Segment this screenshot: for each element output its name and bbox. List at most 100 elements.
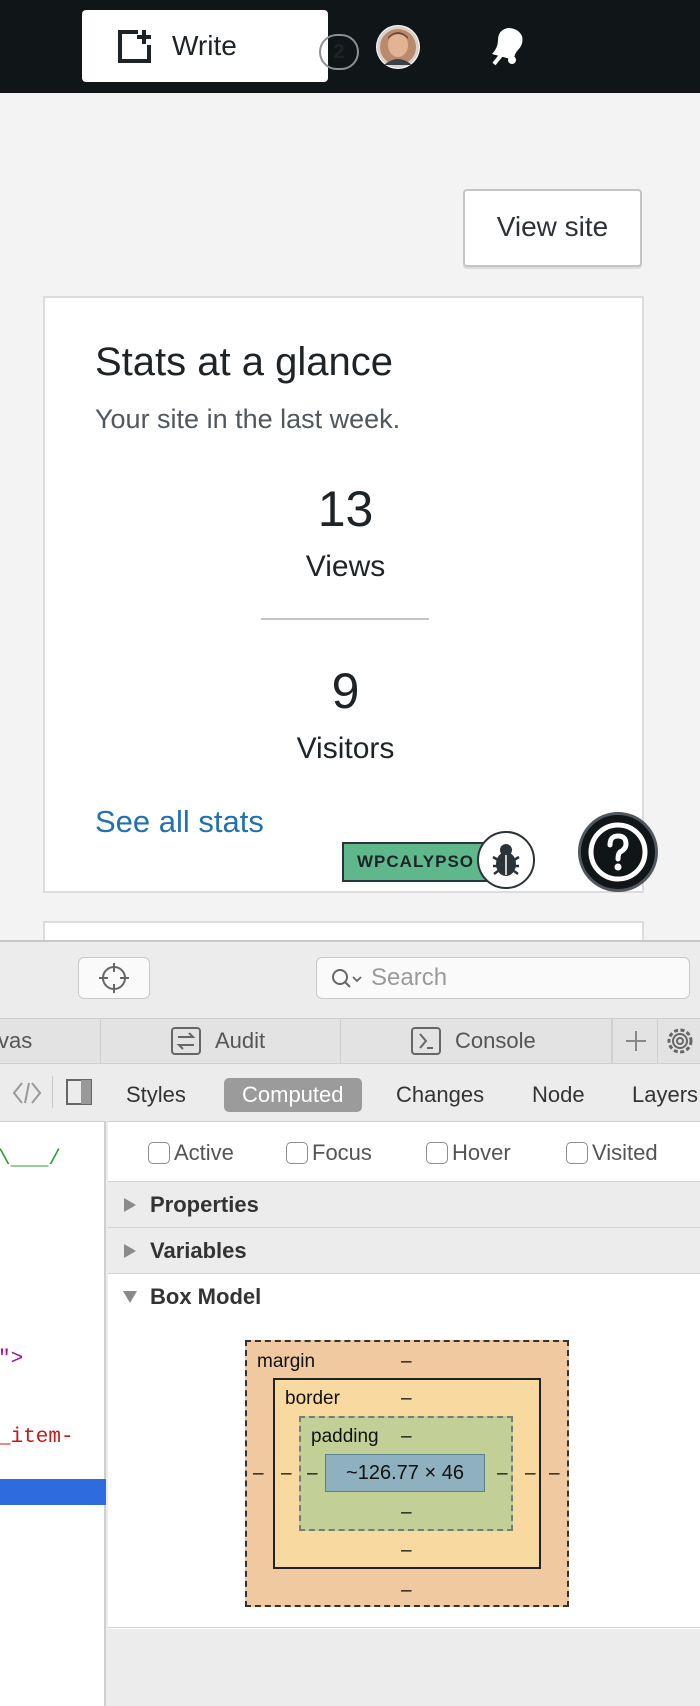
margin-right-value: – — [549, 1463, 560, 1484]
masterbar: Write 2 — [0, 0, 700, 93]
inspector-tab-bar: vas Audit Console — [0, 1018, 700, 1064]
disclosure-down-icon — [123, 1291, 137, 1303]
box-model-border: border – – – – padding – – – – ~126.77 ×… — [273, 1378, 541, 1569]
tab-label: Audit — [215, 1028, 266, 1053]
toolbar-divider — [52, 1076, 53, 1108]
tab-layers[interactable]: Layers — [614, 1078, 700, 1112]
padding-top-value: – — [401, 1426, 412, 1447]
pseudo-active-checkbox[interactable]: Active — [148, 1140, 234, 1166]
search-input[interactable] — [371, 962, 671, 994]
views-value: 13 — [317, 481, 374, 537]
section-title: Properties — [150, 1192, 259, 1217]
notifications-bell-icon[interactable] — [484, 24, 528, 68]
disclosure-right-icon — [124, 1198, 136, 1212]
stats-divider — [261, 618, 429, 620]
visitors-label: Visitors — [296, 732, 395, 765]
write-label: Write — [172, 30, 237, 61]
tab-computed[interactable]: Computed — [224, 1078, 362, 1112]
checkbox[interactable] — [566, 1142, 588, 1164]
add-tab-button[interactable] — [612, 1019, 658, 1063]
help-question-icon — [588, 822, 648, 882]
view-site-button[interactable]: View site — [463, 189, 642, 267]
checkbox-label: Visited — [592, 1140, 658, 1165]
tab-label: vas — [0, 1028, 33, 1053]
environment-badge: WPCALYPSO — [342, 842, 488, 882]
search-field[interactable] — [316, 957, 690, 999]
padding-right-value: – — [497, 1463, 508, 1484]
sidebar-toggle-icon[interactable] — [66, 1079, 92, 1105]
write-button[interactable]: Write 2 — [82, 10, 359, 82]
margin-left-value: – — [253, 1463, 264, 1484]
tab-changes[interactable]: Changes — [378, 1078, 502, 1112]
tab-styles[interactable]: Styles — [108, 1078, 204, 1112]
pseudo-visited-checkbox[interactable]: Visited — [566, 1140, 658, 1166]
pseudo-focus-checkbox[interactable]: Focus — [286, 1140, 372, 1166]
sidebar-footer — [108, 1629, 700, 1706]
bug-icon — [492, 844, 520, 876]
section-properties[interactable]: Properties — [108, 1182, 700, 1228]
tab-label: Console — [455, 1028, 536, 1053]
code-line: \___/ — [0, 1148, 62, 1171]
tab-console[interactable]: Console — [341, 1019, 612, 1063]
card-title: Stats at a glance — [95, 340, 393, 384]
border-bottom-value: – — [401, 1540, 412, 1561]
padding-label: padding — [311, 1426, 379, 1447]
code-line: "> — [0, 1348, 24, 1371]
help-button[interactable] — [578, 812, 658, 892]
code-brackets-icon[interactable] — [12, 1080, 42, 1106]
checkbox-label: Active — [174, 1140, 234, 1165]
box-model-area: margin – – – – border – – – – padding – … — [108, 1320, 700, 1628]
section-title: Box Model — [150, 1284, 262, 1309]
box-model-margin: margin – – – – border – – – – padding – … — [245, 1340, 569, 1607]
plus-icon — [626, 1031, 646, 1051]
stats-card: Stats at a glance Your site in the last … — [43, 296, 644, 893]
details-sidebar: Styles Computed Changes Node Layers Acti… — [108, 1064, 700, 1706]
checkbox[interactable] — [148, 1142, 170, 1164]
search-icon — [332, 969, 362, 988]
web-inspector: vas Audit Console — [0, 940, 700, 1706]
tab-audit[interactable]: Audit — [101, 1019, 341, 1063]
box-model-padding: padding – – – – ~126.77 × 46 — [299, 1416, 513, 1531]
views-label: Views — [305, 550, 386, 583]
bug-report-button[interactable] — [477, 831, 535, 889]
margin-label: margin — [257, 1351, 316, 1372]
new-post-icon — [118, 30, 151, 63]
avatar[interactable] — [376, 25, 420, 69]
box-model-content-size: ~126.77 × 46 — [325, 1454, 485, 1492]
see-all-stats-link[interactable]: See all stats — [95, 804, 264, 840]
selected-node-row[interactable] — [0, 1479, 106, 1505]
inspector-toolbar — [0, 942, 700, 1018]
audit-icon — [171, 1027, 201, 1055]
border-left-value: – — [281, 1463, 292, 1484]
visitors-value: 9 — [331, 663, 360, 719]
element-picker-button[interactable] — [78, 957, 150, 999]
console-icon — [411, 1027, 441, 1055]
crosshair-icon — [99, 963, 129, 993]
tab-canvas[interactable]: vas — [0, 1019, 101, 1063]
margin-top-value: – — [401, 1351, 412, 1372]
pseudo-class-row: Active Focus Hover Visited — [108, 1122, 700, 1182]
border-label: border — [285, 1388, 340, 1409]
padding-left-value: – — [307, 1463, 318, 1484]
tab-node[interactable]: Node — [514, 1078, 603, 1112]
code-line: _item- — [0, 1426, 74, 1449]
border-top-value: – — [401, 1388, 412, 1409]
checkbox-label: Hover — [452, 1140, 511, 1165]
checkbox[interactable] — [426, 1142, 448, 1164]
disclosure-right-icon — [124, 1244, 136, 1258]
user-photo — [377, 26, 419, 68]
pseudo-hover-checkbox[interactable]: Hover — [426, 1140, 511, 1166]
section-variables[interactable]: Variables — [108, 1228, 700, 1274]
checkbox[interactable] — [286, 1142, 308, 1164]
padding-bottom-value: – — [401, 1502, 412, 1523]
sidebar-tab-bar: Styles Computed Changes Node Layers — [108, 1064, 700, 1122]
card-subtitle: Your site in the last week. — [95, 404, 401, 434]
margin-bottom-value: – — [401, 1580, 412, 1601]
section-box-model[interactable]: Box Model — [108, 1274, 700, 1320]
dom-tree-toolbar — [0, 1064, 106, 1122]
checkbox-label: Focus — [312, 1140, 372, 1165]
gear-icon[interactable] — [664, 1025, 696, 1057]
dom-tree-pane: \___/ "> _item- — [0, 1064, 106, 1706]
border-right-value: – — [525, 1463, 536, 1484]
draft-count-badge: 2 — [319, 34, 359, 70]
